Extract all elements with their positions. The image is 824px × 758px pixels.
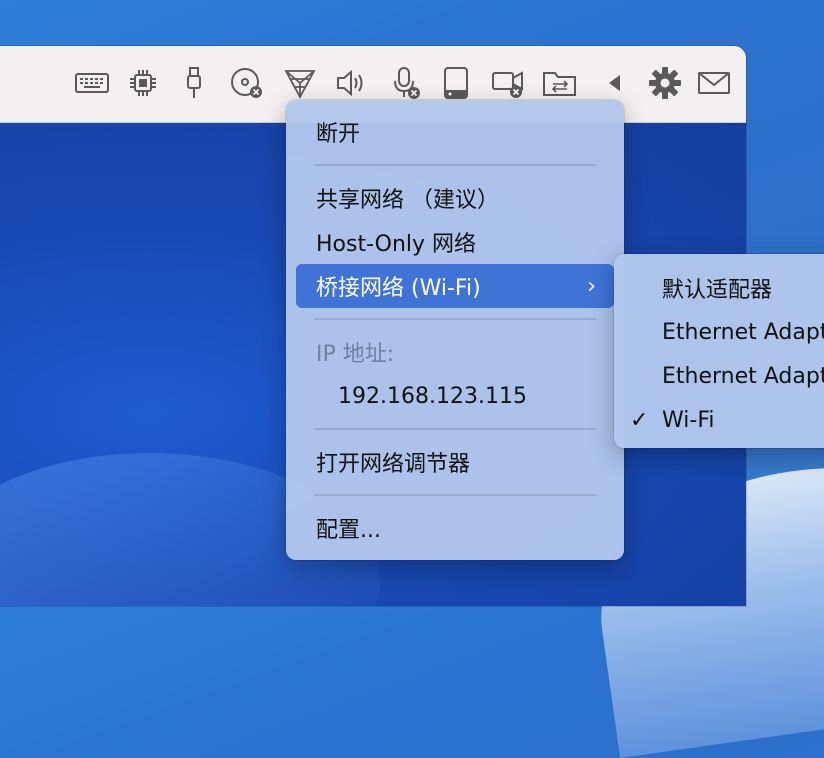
menu-item-shared-network[interactable]: 共享网络 （建议）	[296, 176, 614, 220]
menu-item-ip-value[interactable]: 192.168.123.115	[296, 374, 614, 418]
menu-item-host-only[interactable]: Host-Only 网络	[296, 220, 614, 264]
collapse-arrow-icon[interactable]	[596, 66, 634, 100]
menu-separator	[314, 164, 596, 166]
menu-separator	[314, 428, 596, 430]
hard-disk-icon[interactable]	[437, 66, 475, 100]
mail-icon[interactable]	[695, 66, 733, 100]
menu-item-label: 桥接网络 (Wi-Fi)	[316, 276, 481, 301]
menu-item-disconnect[interactable]: 断开	[296, 110, 614, 154]
menu-item-open-network-conditioner[interactable]: 打开网络调节器	[296, 440, 614, 484]
network-menu: 断开 共享网络 （建议） Host-Only 网络 桥接网络 (Wi-Fi) ›…	[286, 100, 624, 560]
cd-disc-disconnected-icon[interactable]	[228, 66, 266, 100]
submenu-item-ethernet-adapter-1[interactable]: Ethernet Adapter	[614, 310, 824, 354]
network-icon[interactable]	[281, 66, 319, 100]
submenu-item-label: Ethernet Adapter	[662, 363, 824, 389]
menu-item-configure[interactable]: 配置...	[296, 506, 614, 550]
usb-icon[interactable]	[175, 66, 213, 100]
ip-address-value: 192.168.123.115	[338, 383, 527, 409]
bridged-adapter-submenu: 默认适配器 Ethernet Adapter Ethernet Adapter …	[614, 254, 824, 448]
menu-item-label: Host-Only 网络	[316, 232, 477, 257]
menu-separator	[314, 494, 596, 496]
speaker-icon[interactable]	[332, 66, 370, 100]
submenu-item-wifi[interactable]: ✓ Wi-Fi	[614, 398, 824, 442]
checkmark-icon: ✓	[630, 407, 649, 433]
keyboard-icon[interactable]	[73, 66, 111, 100]
chevron-right-icon: ›	[587, 273, 596, 299]
microphone-disconnected-icon[interactable]	[386, 66, 424, 100]
ip-address-label: IP 地址:	[316, 342, 395, 367]
menu-item-label: 断开	[316, 122, 361, 147]
settings-gear-icon[interactable]	[646, 66, 684, 100]
cpu-icon[interactable]	[124, 66, 162, 100]
submenu-item-label: Ethernet Adapter	[662, 319, 824, 345]
menu-item-bridged-network[interactable]: 桥接网络 (Wi-Fi) ›	[296, 264, 614, 308]
menu-item-label: 共享网络 （建议）	[316, 188, 499, 213]
menu-item-label: 配置...	[316, 518, 381, 543]
menu-item-label: 打开网络调节器	[316, 452, 471, 477]
menu-separator	[314, 318, 596, 320]
camera-disconnected-icon[interactable]	[490, 66, 528, 100]
shared-folder-icon[interactable]	[541, 66, 579, 100]
submenu-item-label: 默认适配器	[662, 278, 773, 303]
submenu-item-label: Wi-Fi	[662, 407, 715, 433]
submenu-item-default-adapter[interactable]: 默认适配器	[614, 266, 824, 310]
menu-item-ip-label: IP 地址:	[296, 330, 614, 374]
submenu-item-ethernet-adapter-2[interactable]: Ethernet Adapter	[614, 354, 824, 398]
